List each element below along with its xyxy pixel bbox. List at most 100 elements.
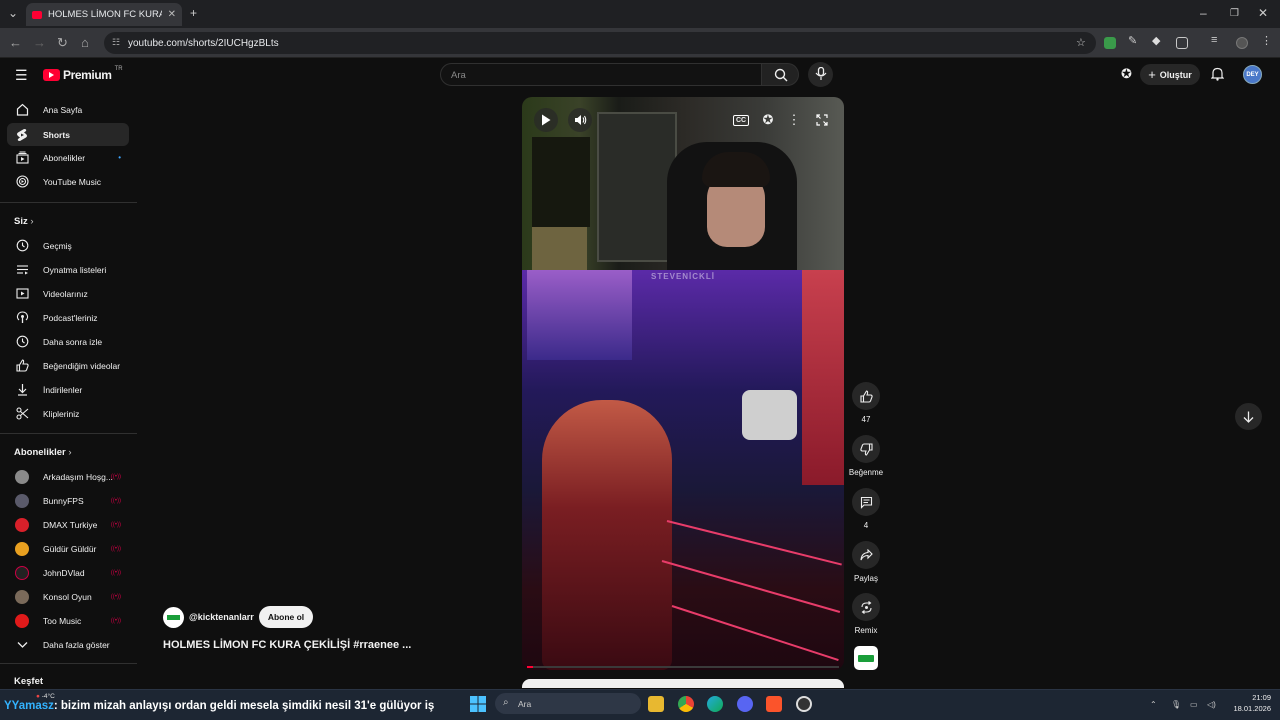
live-indicator-icon: ((•)): [110, 521, 121, 528]
chevron-right-icon: ›: [30, 216, 34, 227]
address-bar[interactable]: ☷ youtube.com/shorts/2IUCHgzBLts ☆: [104, 32, 1096, 54]
tab-search-icon[interactable]: ⌄: [8, 6, 18, 20]
close-tab-icon[interactable]: ✕: [168, 9, 176, 20]
system-clock[interactable]: 21:09 18.01.2026: [1226, 692, 1271, 714]
sidebar-item-subscription[interactable]: DMAX Turkiye ((•)): [7, 513, 129, 536]
profile-icon[interactable]: [1236, 37, 1248, 49]
sidebar-item-history[interactable]: Geçmiş: [7, 234, 129, 257]
sidebar-item-downloads[interactable]: İndirilenler: [7, 378, 129, 401]
close-window-icon[interactable]: ✕: [1258, 6, 1268, 20]
browser-tab[interactable]: HOLMES LİMON FC KURA ÇEKİL ✕: [26, 3, 182, 26]
sidebar-label: Podcast'leriniz: [43, 312, 98, 323]
sidebar-item-youtube-music[interactable]: YouTube Music: [7, 170, 129, 193]
edge-icon[interactable]: [707, 696, 723, 712]
sidebar-item-your-videos[interactable]: Videolarınız: [7, 282, 129, 305]
sidebar-show-more[interactable]: Daha fazla göster: [7, 633, 129, 656]
share-action[interactable]: Paylaş: [851, 541, 881, 583]
shorts-create-icon[interactable]: ✪: [1121, 66, 1132, 82]
dislike-action[interactable]: Beğenme: [849, 435, 883, 477]
sound-logo-icon: [858, 655, 874, 662]
more-options-button[interactable]: ⋮: [782, 108, 806, 132]
section-subscriptions[interactable]: Abonelikler ›: [14, 447, 72, 458]
sidebar-item-subscription[interactable]: Arkadaşım Hoşg... ((•)): [7, 465, 129, 488]
fullscreen-button[interactable]: [810, 108, 834, 132]
next-short-button[interactable]: [1235, 403, 1262, 430]
sidebar-item-podcasts[interactable]: Podcast'leriniz: [7, 306, 129, 329]
bookmark-star-icon[interactable]: ☆: [1076, 36, 1086, 49]
back-icon[interactable]: ←: [9, 35, 22, 50]
brave-icon[interactable]: [766, 696, 782, 712]
new-tab-icon[interactable]: +: [190, 6, 197, 20]
diamond-icon[interactable]: ◆: [1152, 34, 1164, 47]
sidebar-item-subscription[interactable]: Güldür Güldür ((•)): [7, 537, 129, 560]
captions-button[interactable]: CC: [729, 108, 753, 132]
weather-widget[interactable]: ● -4°C: [36, 693, 55, 700]
sidebar-item-subscriptions[interactable]: Abonelikler •: [7, 146, 129, 169]
sidebar-item-subscription[interactable]: BunnyFPS ((•)): [7, 489, 129, 512]
sidebar-item-subscription[interactable]: JohnDVlad ((•)): [7, 561, 129, 584]
subscribe-button[interactable]: Abone ol: [258, 606, 314, 628]
youtube-premium-logo[interactable]: Premium TR: [43, 66, 123, 82]
video-progress-bar[interactable]: [527, 666, 839, 668]
voice-search-button[interactable]: [808, 62, 833, 87]
menu-dots-icon[interactable]: ⋮: [1261, 34, 1273, 47]
discord-icon[interactable]: [737, 696, 753, 712]
sidebar-item-liked-videos[interactable]: Beğendiğim videolar: [7, 354, 129, 377]
shorts-video-player[interactable]: STEVENİCKLİ CC ✪ ⋮: [522, 97, 844, 670]
extension-shield-icon[interactable]: [1104, 37, 1116, 49]
sidebar-divider: [0, 433, 137, 434]
remix-action[interactable]: Remix: [851, 593, 881, 635]
live-indicator-icon: ((•)): [110, 593, 121, 600]
pen-icon[interactable]: ✎: [1128, 34, 1140, 47]
forward-icon[interactable]: →: [33, 35, 46, 50]
avatar[interactable]: DEY: [1243, 65, 1262, 84]
sidebar-item-shorts[interactable]: Shorts: [7, 123, 129, 146]
microphone-tray-icon[interactable]: 🎙: [1171, 700, 1181, 709]
chrome-icon[interactable]: [678, 696, 694, 712]
shorts-remix-button[interactable]: ✪: [756, 108, 780, 132]
site-info-icon[interactable]: ☷: [112, 37, 120, 48]
network-icon[interactable]: ▭: [1190, 700, 1198, 709]
share-button[interactable]: [852, 541, 880, 569]
like-action[interactable]: 47: [851, 382, 881, 424]
comments-button[interactable]: [852, 488, 880, 516]
obs-icon[interactable]: [796, 696, 812, 712]
ticker-text: : bizim mizah anlayışı ordan geldi mesel…: [53, 700, 435, 712]
minimize-icon[interactable]: –: [1200, 6, 1207, 20]
video-title[interactable]: HOLMES LİMON FC KURA ÇEKİLİŞİ #rraenee .…: [163, 639, 411, 651]
search-input[interactable]: Ara: [440, 63, 762, 86]
sidebar-item-home[interactable]: Ana Sayfa: [7, 98, 129, 121]
progress-fill: [527, 666, 534, 668]
hamburger-menu-icon[interactable]: ☰: [15, 67, 28, 84]
sound-thumbnail[interactable]: [854, 646, 878, 670]
volume-button[interactable]: [568, 108, 592, 132]
sidebar-item-subscription[interactable]: Too Music ((•)): [7, 609, 129, 632]
sidebar-item-playlists[interactable]: Oynatma listeleri: [7, 258, 129, 281]
like-button[interactable]: [852, 382, 880, 410]
sidebar: Ana Sayfa Shorts Abonelikler • YouTube M…: [0, 96, 137, 690]
maximize-icon[interactable]: ❐: [1230, 8, 1239, 19]
extensions-icon[interactable]: [1176, 37, 1188, 49]
create-button[interactable]: + Oluştur: [1140, 64, 1200, 85]
sidebar-item-clips[interactable]: Klipleriniz: [7, 402, 129, 425]
speaker-icon[interactable]: ◁): [1207, 700, 1216, 709]
taskbar-search[interactable]: ⌕ Ara: [495, 693, 641, 714]
dislike-button[interactable]: [852, 435, 880, 463]
search-button[interactable]: [761, 63, 799, 86]
windows-start-icon[interactable]: [470, 696, 486, 712]
channel-avatar: [15, 517, 29, 532]
notifications-bell-icon[interactable]: [1211, 67, 1224, 81]
remix-button[interactable]: [852, 593, 880, 621]
channel-avatar[interactable]: [163, 606, 184, 628]
channel-name[interactable]: @kicktenanlarr: [189, 612, 254, 622]
file-explorer-icon[interactable]: [648, 696, 664, 712]
home-icon[interactable]: ⌂: [81, 35, 89, 50]
section-you[interactable]: Siz ›: [14, 216, 34, 227]
tray-chevron-up-icon[interactable]: ⌃: [1150, 700, 1157, 709]
reload-icon[interactable]: ↻: [57, 35, 68, 51]
play-button[interactable]: [534, 108, 558, 132]
sidebar-item-subscription[interactable]: Konsol Oyun ((•)): [7, 585, 129, 608]
media-list-icon[interactable]: ≡: [1211, 34, 1223, 46]
sidebar-item-watch-later[interactable]: Daha sonra izle: [7, 330, 129, 353]
comments-action[interactable]: 4: [851, 488, 881, 530]
